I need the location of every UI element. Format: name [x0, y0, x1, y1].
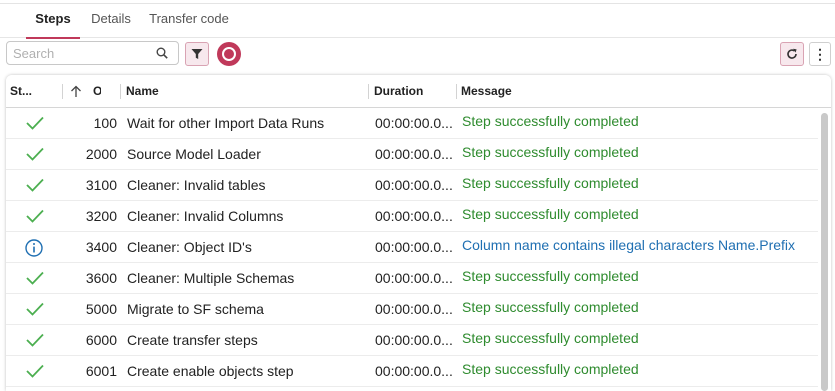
vertical-scrollbar[interactable]	[821, 113, 828, 391]
status-cell	[22, 263, 46, 294]
duration-cell: 00:00:00.0...	[375, 270, 453, 286]
name-cell: Create transfer steps	[127, 332, 258, 348]
checkmark-icon	[26, 271, 44, 285]
message-cell: Step successfully completed	[462, 299, 639, 315]
order-cell: 3100	[85, 177, 117, 193]
message-cell: Step successfully completed	[462, 330, 639, 346]
message-cell: Step successfully completed	[462, 206, 639, 222]
table-row[interactable]: 3200 Cleaner: Invalid Columns 00:00:00.0…	[6, 201, 818, 232]
refresh-button[interactable]	[780, 42, 804, 66]
toolbar: ⋮	[0, 38, 835, 72]
more-vertical-icon: ⋮	[813, 46, 827, 62]
table-row[interactable]: 6001 Create enable objects step 00:00:00…	[6, 356, 818, 387]
table-row[interactable]: 3400 Cleaner: Object ID's 00:00:00.0... …	[6, 232, 818, 263]
column-header-status[interactable]: St...	[10, 75, 40, 108]
status-cell	[22, 356, 46, 387]
name-cell: Cleaner: Invalid tables	[127, 177, 266, 193]
name-cell: Cleaner: Multiple Schemas	[127, 270, 295, 286]
order-cell: 3600	[85, 270, 117, 286]
column-header-name[interactable]: Name	[126, 75, 366, 108]
tab-details[interactable]: Details	[90, 4, 132, 38]
message-cell: Step successfully completed	[462, 144, 639, 160]
checkmark-icon	[26, 178, 44, 192]
table-row[interactable]: 2000 Source Model Loader 00:00:00.0... S…	[6, 139, 818, 170]
duration-cell: 00:00:00.0...	[375, 115, 453, 131]
tab-transfer-code[interactable]: Transfer code	[148, 4, 230, 38]
order-cell: 6000	[85, 332, 117, 348]
scrollbar-thumb[interactable]	[821, 113, 828, 391]
order-cell: 100	[93, 115, 117, 131]
table-row[interactable]: 100 Wait for other Import Data Runs 00:0…	[6, 108, 818, 139]
search-input[interactable]	[13, 44, 153, 62]
checkmark-icon	[26, 333, 44, 347]
duration-cell: 00:00:00.0...	[375, 208, 453, 224]
name-cell: Migrate to SF schema	[127, 301, 264, 317]
status-cell	[22, 325, 46, 356]
duration-cell: 00:00:00.0...	[375, 146, 453, 162]
arrow-up-icon[interactable]	[70, 85, 82, 98]
order-cell: 2000	[85, 146, 117, 162]
order-cell: 3400	[85, 239, 117, 255]
message-cell: Step successfully completed	[462, 361, 639, 377]
record-button[interactable]	[217, 42, 241, 66]
more-options-button[interactable]: ⋮	[809, 42, 831, 66]
order-cell: 6001	[85, 363, 117, 379]
column-separator[interactable]	[368, 84, 369, 99]
order-cell: 5000	[85, 301, 117, 317]
status-cell	[22, 139, 46, 170]
checkmark-icon	[26, 364, 44, 378]
steps-grid: St... O Name Duration Message 100 Wait f…	[6, 75, 831, 391]
status-cell	[22, 232, 46, 263]
table-row[interactable]: 5000 Migrate to SF schema 00:00:00.0... …	[6, 294, 818, 325]
table-row[interactable]: 3100 Cleaner: Invalid tables 00:00:00.0.…	[6, 170, 818, 201]
status-cell	[22, 108, 46, 139]
name-cell: Create enable objects step	[127, 363, 294, 379]
checkmark-icon	[26, 209, 44, 223]
status-cell	[22, 170, 46, 201]
name-cell: Cleaner: Object ID's	[127, 239, 252, 255]
search-icon[interactable]	[156, 47, 168, 59]
table-row[interactable]: 6000 Create transfer steps 00:00:00.0...…	[6, 325, 818, 356]
column-separator[interactable]	[62, 84, 63, 99]
tab-bar: Steps Details Transfer code	[0, 4, 835, 39]
checkmark-icon	[26, 302, 44, 316]
column-header-duration[interactable]: Duration	[374, 75, 454, 108]
name-cell: Cleaner: Invalid Columns	[127, 208, 284, 224]
checkmark-icon	[26, 116, 44, 130]
column-header-message[interactable]: Message	[461, 75, 761, 108]
info-icon	[25, 239, 43, 257]
record-icon	[222, 47, 236, 61]
column-separator[interactable]	[456, 84, 457, 99]
search-box	[6, 41, 179, 65]
grid-body: 100 Wait for other Import Data Runs 00:0…	[6, 108, 818, 387]
table-row[interactable]: 3600 Cleaner: Multiple Schemas 00:00:00.…	[6, 263, 818, 294]
order-cell: 3200	[85, 208, 117, 224]
refresh-icon	[787, 48, 797, 59]
grid-header: St... O Name Duration Message	[6, 75, 831, 108]
filter-button[interactable]	[185, 42, 209, 66]
message-cell: Step successfully completed	[462, 175, 639, 191]
name-cell: Wait for other Import Data Runs	[127, 115, 325, 131]
duration-cell: 00:00:00.0...	[375, 332, 453, 348]
column-separator[interactable]	[120, 84, 121, 99]
column-header-order[interactable]: O	[93, 75, 101, 108]
message-cell: Column name contains illegal characters …	[462, 237, 796, 253]
message-cell: Step successfully completed	[462, 113, 639, 129]
message-cell: Step successfully completed	[462, 268, 639, 284]
status-cell	[22, 201, 46, 232]
tab-steps[interactable]: Steps	[26, 4, 80, 39]
duration-cell: 00:00:00.0...	[375, 239, 453, 255]
duration-cell: 00:00:00.0...	[375, 363, 453, 379]
filter-icon	[191, 49, 203, 59]
name-cell: Source Model Loader	[127, 146, 261, 162]
duration-cell: 00:00:00.0...	[375, 177, 453, 193]
duration-cell: 00:00:00.0...	[375, 301, 453, 317]
status-cell	[22, 294, 46, 325]
checkmark-icon	[26, 147, 44, 161]
